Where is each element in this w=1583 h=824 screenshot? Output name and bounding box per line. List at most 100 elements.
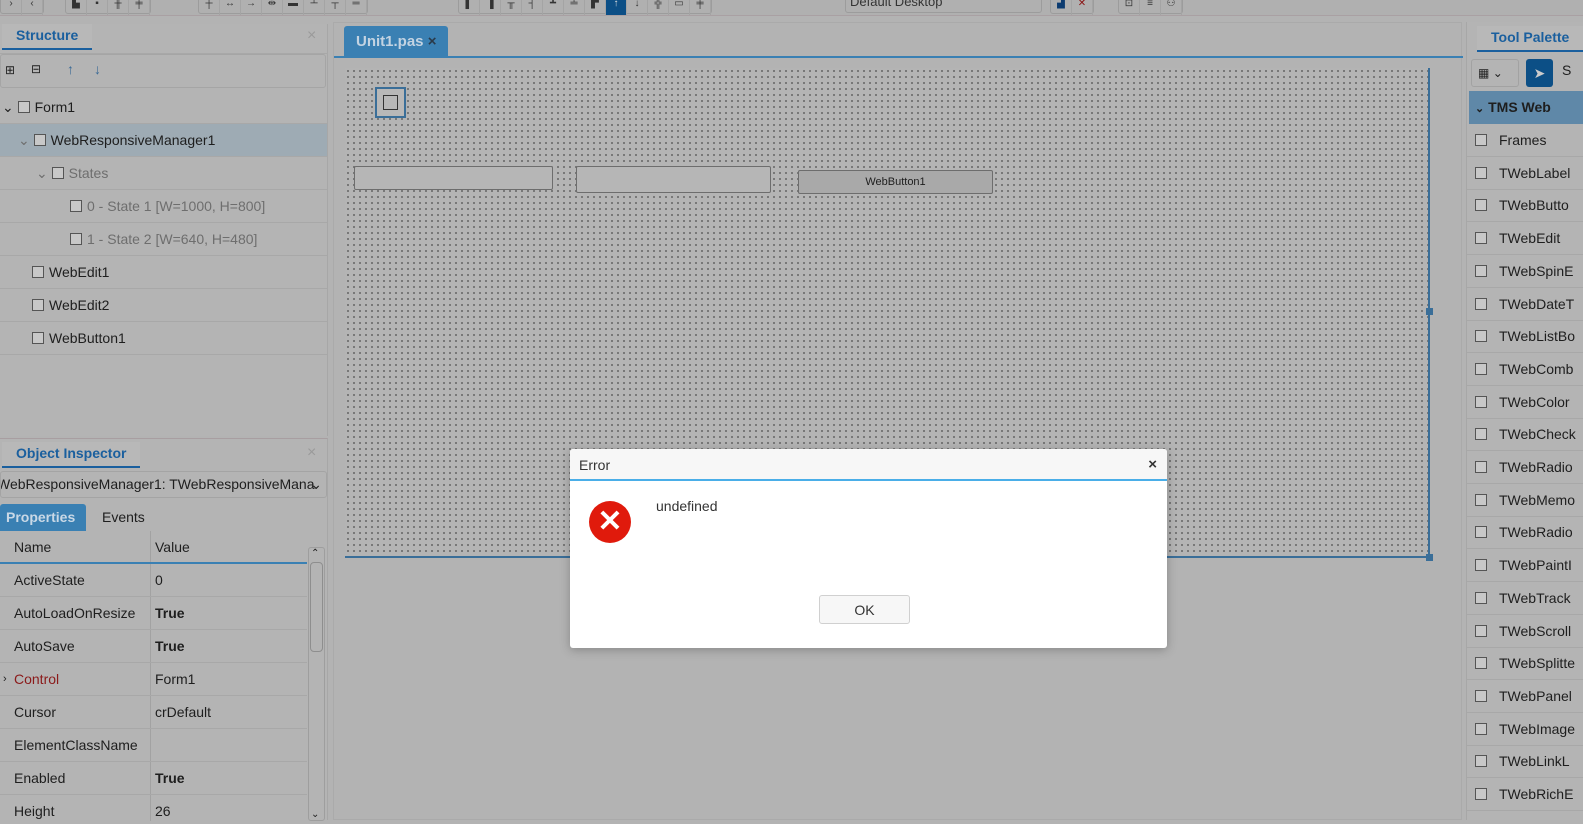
palette-item[interactable]: TWebLinkL — [1467, 745, 1583, 779]
desktop-select[interactable]: Default Desktop — [845, 0, 1042, 13]
property-value[interactable]: Form1 — [155, 663, 195, 695]
align-button[interactable]: ╪ — [690, 0, 711, 15]
tab-properties[interactable]: Properties — [0, 504, 86, 531]
align-button[interactable]: ╧ — [564, 0, 585, 15]
property-scrollbar[interactable]: ⌃ ⌄ — [308, 547, 325, 821]
property-row[interactable]: Cursor crDefault — [0, 696, 307, 729]
property-value[interactable]: 26 — [155, 795, 171, 821]
tree-item-states[interactable]: ⌄ States — [0, 157, 327, 190]
property-row[interactable]: ElementClassName — [0, 729, 307, 762]
responsive-manager-component[interactable] — [375, 87, 406, 118]
back-button[interactable]: ‹ — [22, 0, 43, 15]
property-row[interactable]: ActiveState 0 — [0, 564, 307, 597]
chevron-right-icon[interactable]: › — [3, 663, 7, 695]
move-down-icon[interactable]: ↓ — [94, 61, 101, 77]
property-value[interactable]: 0 — [155, 564, 163, 596]
align-button[interactable]: ↓ — [627, 0, 648, 15]
tab-unit1-pas[interactable]: Unit1.pas × — [344, 26, 448, 57]
forward-button[interactable]: › — [1, 0, 22, 15]
category-tms-web[interactable]: ⌄ TMS Web — [1469, 91, 1583, 124]
align-button[interactable]: ▛ — [585, 0, 606, 15]
palette-item[interactable]: TWebDateT — [1467, 288, 1583, 321]
tree-item-state-1[interactable]: 1 - State 2 [W=640, H=480] — [0, 223, 327, 256]
palette-item[interactable]: TWebLabel — [1467, 157, 1583, 190]
space-button[interactable]: ═ — [346, 0, 367, 15]
resize-handle[interactable] — [1426, 554, 1433, 561]
property-value[interactable]: True — [155, 762, 185, 794]
webedit1[interactable] — [354, 166, 553, 190]
pointer-button[interactable]: ➤ — [1526, 59, 1553, 87]
scrollbar-thumb[interactable] — [310, 562, 323, 652]
tab-events[interactable]: Events — [102, 504, 145, 531]
palette-item[interactable]: TWebCheck — [1467, 418, 1583, 452]
chevron-down-icon[interactable]: ⌄ — [2, 99, 14, 115]
delete-item-icon[interactable]: ⊟ — [31, 62, 41, 76]
view-mode-button[interactable]: ▦ ⌄ — [1471, 59, 1519, 87]
space-button[interactable]: → — [241, 0, 262, 15]
palette-item[interactable]: TWebColor — [1467, 386, 1583, 419]
tree-item-webresponsivemanager1[interactable]: ⌄ WebResponsiveManager1 — [0, 124, 327, 157]
palette-item[interactable]: TWebRadio — [1467, 451, 1583, 484]
align-button[interactable]: ╫ — [108, 0, 129, 15]
close-icon[interactable]: × — [1148, 456, 1157, 473]
close-icon[interactable]: × — [428, 33, 437, 50]
space-button[interactable]: ┼ — [199, 0, 220, 15]
property-value[interactable]: True — [155, 630, 185, 662]
scroll-up-icon[interactable]: ⌃ — [311, 548, 319, 559]
delete-desktop-button[interactable]: ✕ — [1072, 0, 1093, 15]
palette-item[interactable]: TWebPanel — [1467, 680, 1583, 713]
close-icon[interactable]: × — [307, 27, 316, 45]
property-row[interactable]: › Control Form1 — [0, 663, 307, 696]
palette-item[interactable]: TWebRadio — [1467, 516, 1583, 550]
align-button[interactable]: ▐ — [480, 0, 501, 15]
webbutton1[interactable]: WebButton1 — [798, 170, 993, 194]
tree-item-webedit1[interactable]: WebEdit1 — [0, 256, 327, 289]
align-button[interactable]: ╪ — [129, 0, 150, 15]
tree-item-state-0[interactable]: 0 - State 1 [W=1000, H=800] — [0, 190, 327, 223]
property-value[interactable]: crDefault — [155, 696, 211, 728]
webedit2[interactable] — [576, 166, 771, 193]
save-desktop-button[interactable]: ▟ — [1051, 0, 1072, 15]
palette-item[interactable]: TWebPaintI — [1467, 549, 1583, 583]
chevron-down-icon[interactable]: ⌄ — [18, 132, 30, 148]
palette-item[interactable]: TWebScroll — [1467, 615, 1583, 648]
palette-item[interactable]: TWebButto — [1467, 189, 1583, 223]
misc-button[interactable]: ⚇ — [1161, 0, 1182, 15]
align-button[interactable]: ╥ — [501, 0, 522, 15]
tree-item-webedit2[interactable]: WebEdit2 — [0, 289, 327, 322]
move-up-icon[interactable]: ↑ — [67, 61, 74, 77]
object-select[interactable]: WebResponsiveManager1: TWebResponsiveMan… — [0, 471, 327, 498]
space-button[interactable]: ⇹ — [262, 0, 283, 15]
resize-handle[interactable] — [1426, 308, 1433, 315]
tree-item-webbutton1[interactable]: WebButton1 — [0, 322, 327, 355]
palette-item[interactable]: TWebImage — [1467, 713, 1583, 746]
align-button[interactable]: ┤ — [522, 0, 543, 15]
property-row[interactable]: AutoSave True — [0, 630, 307, 663]
property-row[interactable]: Enabled True — [0, 762, 307, 795]
palette-search[interactable]: S — [1562, 62, 1571, 78]
palette-item[interactable]: TWebComb — [1467, 353, 1583, 386]
property-row[interactable]: Height 26 — [0, 795, 307, 821]
align-button[interactable]: ▌ — [459, 0, 480, 15]
palette-item[interactable]: TWebMemo — [1467, 484, 1583, 517]
palette-item[interactable]: TWebEdit — [1467, 222, 1583, 256]
property-row[interactable]: AutoLoadOnResize True — [0, 597, 307, 630]
palette-item[interactable]: TWebRichE — [1467, 778, 1583, 811]
align-button-active[interactable]: ↑ — [606, 0, 627, 15]
palette-item[interactable]: TWebListBo — [1467, 320, 1583, 354]
tool-palette-tab[interactable]: Tool Palette — [1477, 26, 1583, 52]
property-value[interactable]: True — [155, 597, 185, 629]
palette-item[interactable]: TWebSplitte — [1467, 647, 1583, 681]
space-button[interactable]: ▬ — [283, 0, 304, 15]
ok-button[interactable]: OK — [819, 595, 910, 624]
space-button[interactable]: ┴ — [304, 0, 325, 15]
align-button[interactable]: ▭ — [669, 0, 690, 15]
scroll-down-icon[interactable]: ⌄ — [311, 809, 319, 820]
space-button[interactable]: ┬ — [325, 0, 346, 15]
palette-item[interactable]: TWebTrack — [1467, 582, 1583, 615]
align-button[interactable]: ▪ — [87, 0, 108, 15]
close-icon[interactable]: × — [307, 444, 316, 462]
align-button[interactable]: ╬ — [648, 0, 669, 15]
add-item-icon[interactable]: ⊞ — [5, 63, 15, 77]
palette-item[interactable]: TWebSpinE — [1467, 255, 1583, 288]
